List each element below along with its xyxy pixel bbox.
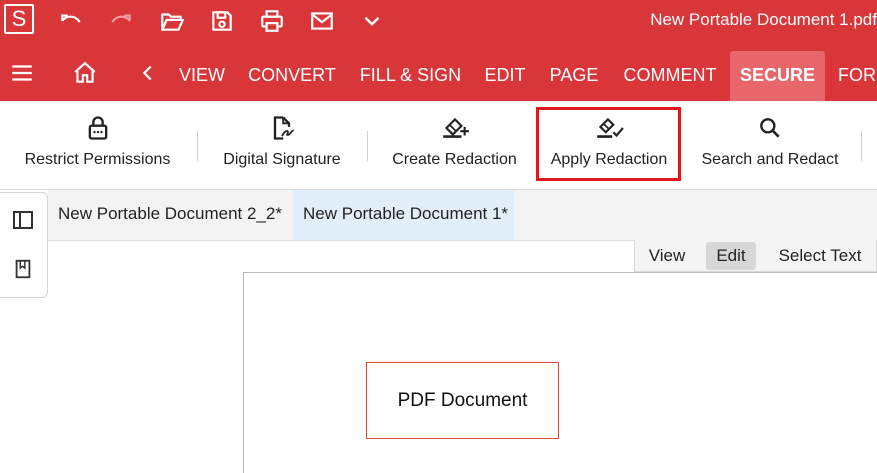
- ribbon-divider: [197, 131, 198, 161]
- tab-form[interactable]: FORM: [838, 51, 877, 101]
- lock-icon: [83, 113, 113, 143]
- title-bar: S New Portable Document 1.pdf: [0, 0, 877, 43]
- print-icon[interactable]: [257, 7, 287, 35]
- create-redaction-button[interactable]: Create Redaction: [388, 101, 521, 189]
- tab-comment[interactable]: COMMENT: [617, 51, 723, 101]
- tab-edit[interactable]: EDIT: [480, 51, 530, 101]
- tab-convert[interactable]: CONVERT: [244, 51, 340, 101]
- ribbon-toolbar: Restrict Permissions Digital Signature C…: [0, 101, 877, 190]
- digital-signature-label: Digital Signature: [223, 151, 341, 168]
- menu-bar: VIEW CONVERT FILL & SIGN EDIT PAGE COMME…: [0, 43, 877, 101]
- redo-icon[interactable]: [106, 7, 136, 35]
- mode-view[interactable]: View: [641, 242, 693, 270]
- restrict-permissions-button[interactable]: Restrict Permissions: [20, 101, 175, 189]
- chevron-down-icon[interactable]: [357, 7, 387, 35]
- redaction-area[interactable]: PDF Document: [366, 362, 559, 439]
- doc-tab-portable-document-2-2[interactable]: New Portable Document 2_2*: [54, 190, 286, 240]
- mode-select-text[interactable]: Select Text: [771, 242, 869, 270]
- left-side-panel: [0, 192, 48, 298]
- mode-edit[interactable]: Edit: [706, 242, 756, 270]
- document-tab-bar: New Portable Document 2_2* New Portable …: [48, 190, 877, 241]
- hamburger-menu-icon[interactable]: [8, 59, 36, 87]
- eraser-plus-icon: [440, 113, 470, 143]
- ribbon-divider: [367, 131, 368, 161]
- search-and-redact-label: Search and Redact: [701, 151, 839, 168]
- search-and-redact-button[interactable]: Search and Redact: [700, 101, 840, 189]
- tab-page[interactable]: PAGE: [544, 51, 604, 101]
- signature-icon: [267, 113, 297, 143]
- view-mode-switcher: View Edit Select Text: [634, 240, 877, 272]
- document-title: New Portable Document 1.pdf: [650, 10, 877, 29]
- ribbon-divider: [861, 131, 862, 161]
- apply-redaction-highlight: [536, 107, 681, 181]
- restrict-permissions-label: Restrict Permissions: [24, 151, 171, 168]
- home-icon[interactable]: [71, 59, 99, 87]
- tab-view[interactable]: VIEW: [172, 51, 232, 101]
- bookmark-icon[interactable]: [9, 255, 37, 283]
- tab-secure[interactable]: SECURE: [730, 51, 825, 101]
- tab-fill-sign[interactable]: FILL & SIGN: [354, 51, 467, 101]
- save-icon[interactable]: [207, 7, 237, 35]
- search-icon: [755, 113, 785, 143]
- chevron-left-icon[interactable]: [134, 59, 162, 87]
- email-icon[interactable]: [307, 7, 337, 35]
- digital-signature-button[interactable]: Digital Signature: [218, 101, 346, 189]
- pdf-page[interactable]: [243, 272, 877, 473]
- create-redaction-label: Create Redaction: [392, 151, 517, 168]
- doc-tab-portable-document-1[interactable]: New Portable Document 1*: [293, 190, 515, 240]
- undo-icon[interactable]: [56, 7, 86, 35]
- panel-toggle-icon[interactable]: [9, 206, 37, 234]
- open-folder-icon[interactable]: [157, 7, 187, 35]
- app-logo[interactable]: S: [4, 4, 34, 34]
